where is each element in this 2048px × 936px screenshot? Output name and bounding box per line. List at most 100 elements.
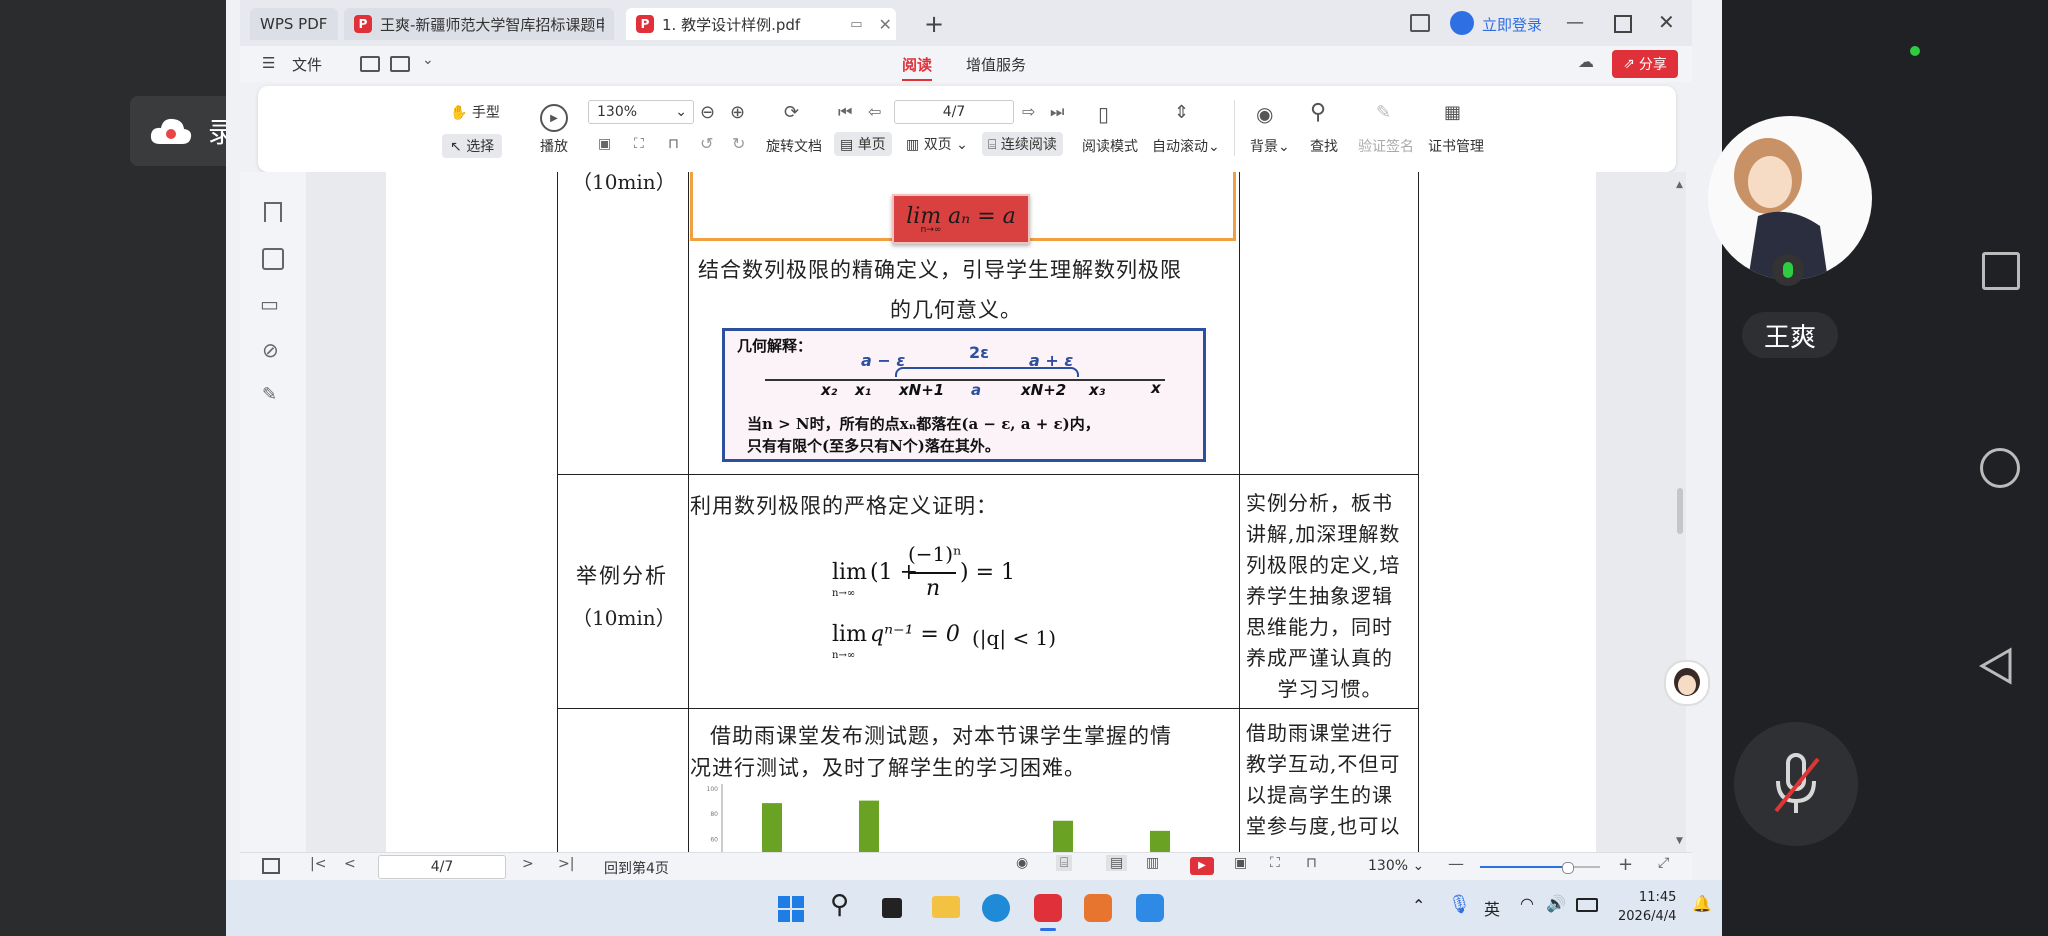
double-page-button[interactable]: ▥ 双页 ⌄ (906, 134, 968, 154)
menu-icon[interactable]: ☰ (262, 54, 275, 72)
language-indicator[interactable]: 英 (1484, 896, 1500, 920)
microphone-icon[interactable]: 🎙 (1448, 894, 1471, 915)
login-link[interactable]: 立即登录 (1482, 14, 1542, 35)
nav-home-icon[interactable] (1980, 448, 2020, 488)
next-page-icon[interactable]: ⇨ (1022, 102, 1035, 121)
continuous-icon[interactable]: ⌸ (1056, 855, 1073, 871)
wifi-icon[interactable]: ◠ (1520, 894, 1534, 913)
last-page-icon[interactable]: ⏭ (1050, 102, 1064, 122)
first-page-icon[interactable]: ⏮ (838, 102, 852, 122)
bookmark-icon[interactable] (264, 202, 282, 222)
monitor-icon[interactable]: ▭ (850, 17, 862, 32)
file-menu[interactable]: 文件 (292, 54, 322, 75)
clock[interactable]: 11:45 2026/4/4 (1618, 888, 1676, 926)
certificate-icon[interactable]: ▦ (1444, 102, 1461, 123)
play-icon[interactable]: ▶ (540, 104, 568, 132)
verify-signature-button[interactable]: 验证签名 (1358, 136, 1414, 156)
auto-scroll-button[interactable]: 自动滚动⌄ (1152, 136, 1220, 156)
print-icon[interactable] (390, 56, 410, 72)
play-icon[interactable]: ▶ (1190, 857, 1214, 875)
book-icon[interactable]: ▯ (1098, 102, 1109, 126)
tab-document-2[interactable]: P 1. 教学设计样例.pdf ▭ ✕ (626, 8, 896, 40)
eye-icon[interactable]: ◉ (1256, 102, 1273, 126)
share-button[interactable]: ⇗ 分享 (1612, 50, 1678, 78)
cloud-upload-icon[interactable]: ☁ (1578, 52, 1594, 71)
zoom-out-icon[interactable]: ⊖ (700, 102, 715, 123)
maximize-button[interactable] (1614, 15, 1632, 33)
zoom-out-button[interactable]: — (1448, 854, 1464, 873)
fit-icon[interactable]: ⛶ (634, 136, 644, 152)
prev-page-icon[interactable]: ⇦ (868, 102, 881, 121)
tab-document-1[interactable]: P 王爽-新疆师范大学智库招标课题申报 (344, 8, 614, 40)
search-icon[interactable]: ⚲ (1310, 100, 1326, 125)
status-page-input[interactable]: 4/7 (378, 855, 506, 879)
hand-tool[interactable]: ✋ 手型 (450, 102, 500, 122)
find-button[interactable]: 查找 (1310, 136, 1338, 156)
crop-icon[interactable]: ▣ (598, 136, 611, 152)
vertical-scrollbar[interactable]: ▲ ▼ (1674, 172, 1686, 852)
volume-icon[interactable]: 🔊 (1546, 894, 1566, 913)
last-page-icon[interactable]: >| (558, 856, 574, 872)
zoom-in-icon[interactable]: ⊕ (730, 102, 745, 123)
wps-pdf-icon[interactable] (1034, 894, 1062, 922)
chevron-down-icon[interactable]: ⌄ (422, 52, 434, 68)
page-input[interactable]: 4/7 (894, 100, 1014, 124)
signature-panel-icon[interactable]: ✎ (262, 384, 277, 405)
next-page-icon[interactable]: > (522, 856, 534, 872)
edge-icon[interactable] (982, 894, 1010, 922)
task-view-icon[interactable] (882, 898, 902, 918)
attachment-icon[interactable]: ⊘ (262, 338, 279, 362)
stamp-icon[interactable]: ⊓ (1306, 855, 1317, 871)
select-tool[interactable]: ↖ 选择 (442, 134, 503, 158)
zoom-slider-handle[interactable] (1562, 862, 1574, 874)
single-page-button[interactable]: ▤ 单页 (834, 132, 892, 156)
play-label[interactable]: 播放 (540, 136, 568, 156)
zoom-slider[interactable] (1480, 862, 1600, 874)
thumbnail-icon[interactable] (262, 248, 284, 270)
fullscreen-icon[interactable]: ⤢ (1658, 855, 1669, 871)
fit-icon[interactable]: ⛶ (1270, 855, 1280, 871)
user-avatar-icon[interactable] (1450, 11, 1474, 35)
close-tab-icon[interactable]: ✕ (878, 15, 891, 34)
document-area[interactable]: （10min） lim aₙ = a n→∞ 结合数列极限的精确定义，引导学生理… (306, 172, 1686, 852)
open-folder-icon[interactable] (360, 56, 380, 72)
new-tab-button[interactable]: + (924, 10, 944, 38)
scroll-down-icon[interactable]: ▼ (1676, 836, 1683, 846)
notification-icon[interactable]: 🔔 (1692, 894, 1712, 913)
search-icon[interactable]: ⚲ (830, 890, 849, 920)
eye-icon[interactable]: ◉ (1016, 855, 1028, 871)
comment-icon[interactable]: ▭ (260, 292, 279, 316)
crop-icon[interactable]: ▣ (1234, 855, 1247, 871)
rotate-right-icon[interactable]: ↻ (732, 134, 745, 153)
scroll-up-icon[interactable]: ▲ (1676, 180, 1683, 190)
nav-square-icon[interactable] (1982, 252, 2020, 290)
tab-wps-home[interactable]: WPS PDF (250, 8, 338, 40)
sidebar-toggle-icon[interactable] (262, 858, 280, 874)
mute-microphone-button[interactable] (1734, 722, 1858, 846)
rotate-left-icon[interactable]: ↺ (700, 134, 713, 153)
file-explorer-icon[interactable] (932, 896, 960, 918)
signature-icon[interactable]: ✎ (1376, 102, 1391, 123)
tab-value-added[interactable]: 增值服务 (966, 54, 1026, 75)
wps-ppt-icon[interactable] (1084, 894, 1112, 922)
first-page-icon[interactable]: |< (310, 856, 326, 872)
windows-icon[interactable] (1410, 14, 1430, 32)
minimize-button[interactable]: — (1566, 12, 1584, 33)
cert-manage-button[interactable]: 证书管理 (1428, 136, 1484, 156)
close-window-button[interactable]: ✕ (1658, 10, 1675, 34)
auto-scroll-icon[interactable]: ⇕ (1174, 102, 1189, 123)
scroll-thumb[interactable] (1677, 488, 1683, 534)
battery-icon[interactable] (1576, 898, 1598, 912)
single-page-icon[interactable]: ▤ (1106, 855, 1128, 871)
photos-icon[interactable] (1136, 894, 1164, 922)
nav-back-icon[interactable] (1978, 646, 2014, 690)
rotate-document-button[interactable]: 旋转文档 (766, 136, 822, 156)
continuous-read-button[interactable]: ⌸ 连续阅读 (982, 132, 1063, 156)
stamp-icon[interactable]: ⊓ (668, 136, 679, 152)
zoom-in-button[interactable]: + (1618, 854, 1633, 875)
rotate-icon[interactable]: ⟳ (784, 102, 799, 123)
prev-page-icon[interactable]: < (344, 856, 356, 872)
status-zoom[interactable]: 130% ⌄ (1368, 858, 1424, 874)
small-avatar[interactable] (1664, 660, 1710, 706)
zoom-select[interactable]: 130% ⌄ (588, 100, 694, 124)
